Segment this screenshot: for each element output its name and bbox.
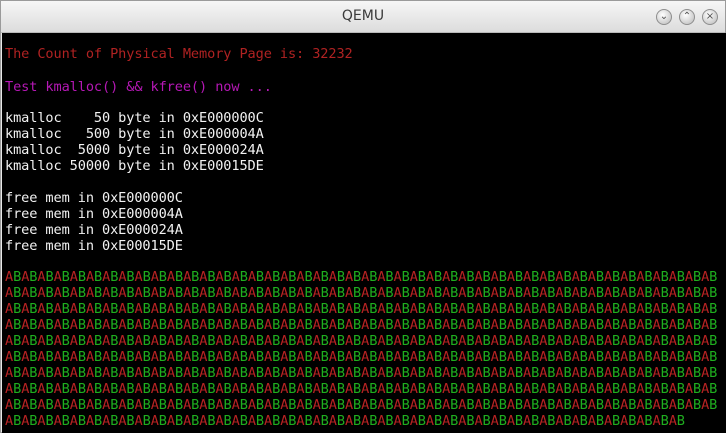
kmalloc-line: kmalloc 50000 byte in 0xE00015DE — [5, 158, 264, 174]
ab-pattern-row: ABABABABABABABABABABABABABABABABABABABAB… — [5, 349, 718, 365]
ab-pattern-row: ABABABABABABABABABABABABABABABABABABABAB… — [5, 317, 718, 333]
close-button[interactable]: × — [702, 9, 718, 25]
maximize-icon: ⌃ — [682, 11, 692, 22]
ab-pattern-row: ABABABABABABABABABABABABABABABABABABABAB… — [5, 365, 718, 381]
ab-pattern-row: ABABABABABABABABABABABABABABABABABABABAB… — [5, 381, 718, 397]
ab-pattern-row: ABABABABABABABABABABABABABABABABABABABAB… — [5, 269, 718, 285]
free-line: free mem in 0xE000004A — [5, 206, 183, 222]
ab-pattern-row: ABABABABABABABABABABABABABABABABABABABAB… — [5, 301, 718, 317]
test-line: Test kmalloc() && kfree() now ... — [5, 79, 272, 95]
title-bar[interactable]: QEMU ⌄ ⌃ × — [1, 1, 725, 33]
window-title: QEMU — [341, 8, 385, 24]
memory-count-line: The Count of Physical Memory Page is: 32… — [5, 46, 353, 62]
free-line: free mem in 0xE000024A — [5, 222, 183, 238]
kmalloc-line: kmalloc 5000 byte in 0xE000024A — [5, 142, 264, 158]
ab-pattern-row: ABABABABABABABABABABABABABABABABABABABAB… — [5, 285, 718, 301]
minimize-icon: ⌄ — [659, 11, 669, 22]
maximize-button[interactable]: ⌃ — [679, 9, 695, 25]
kmalloc-line: kmalloc 50 byte in 0xE000000C — [5, 110, 264, 126]
close-icon: × — [705, 11, 715, 22]
kmalloc-line: kmalloc 500 byte in 0xE000004A — [5, 126, 264, 142]
ab-pattern-row: ABABABABABABABABABABABABABABABABABABABAB… — [5, 413, 685, 429]
ab-pattern-row: ABABABABABABABABABABABABABABABABABABABAB… — [5, 397, 718, 413]
free-line: free mem in 0xE000000C — [5, 190, 183, 206]
free-line: free mem in 0xE00015DE — [5, 238, 183, 254]
vm-screen[interactable]: The Count of Physical Memory Page is: 32… — [2, 33, 726, 433]
minimize-button[interactable]: ⌄ — [656, 9, 672, 25]
ab-pattern-row: ABABABABABABABABABABABABABABABABABABABAB… — [5, 333, 718, 349]
qemu-window: QEMU ⌄ ⌃ × The Count of Physical Memory … — [0, 0, 726, 433]
